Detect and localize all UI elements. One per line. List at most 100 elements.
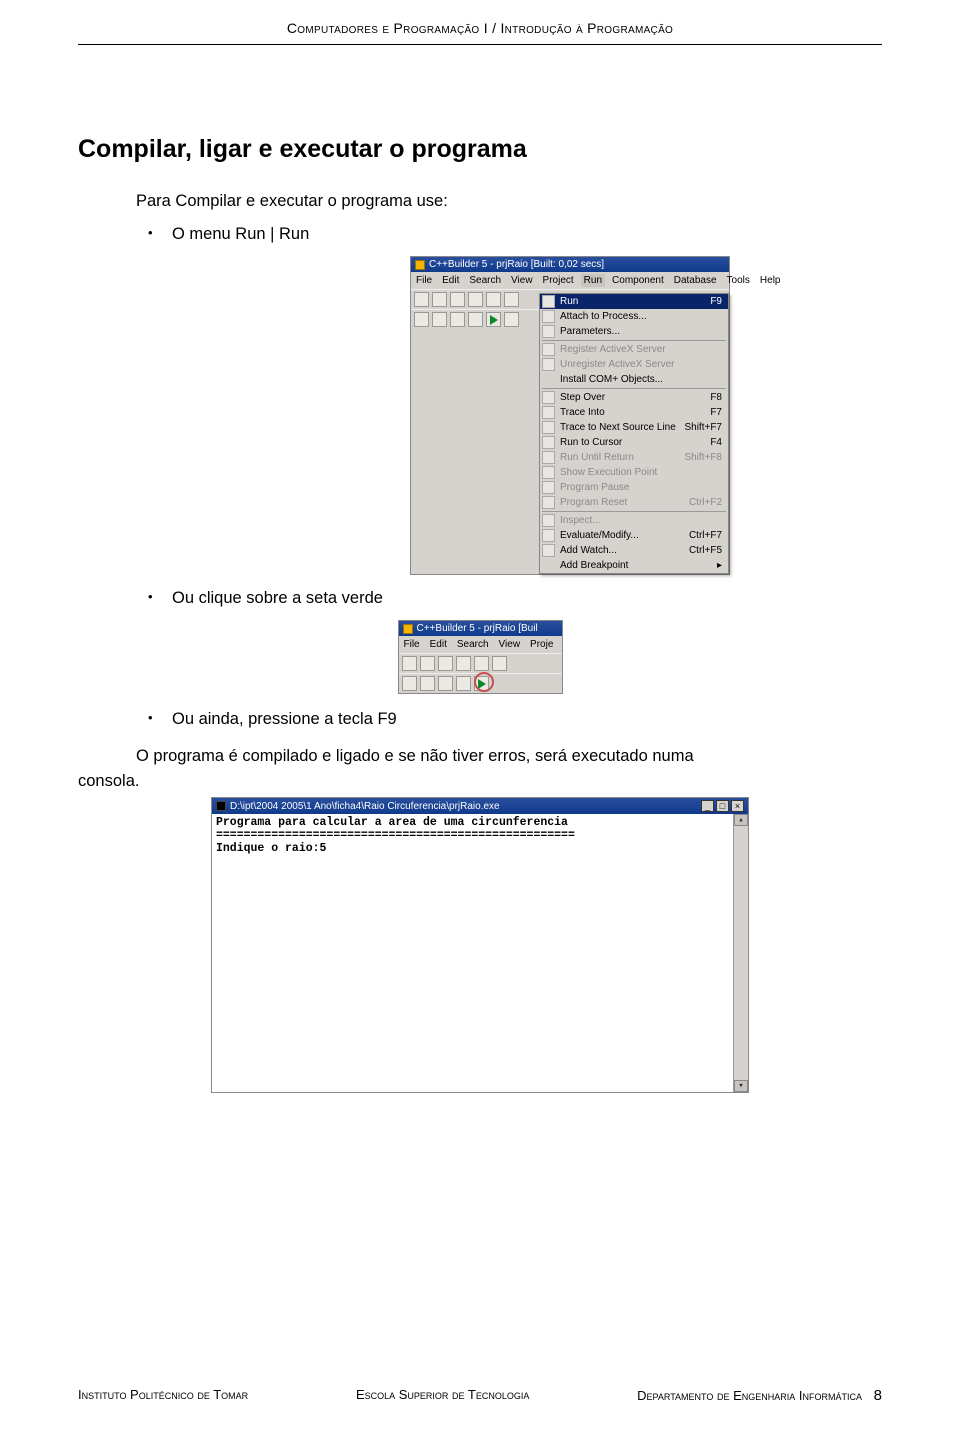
toolbar-row-1 [399, 653, 562, 673]
menu-search[interactable]: Search [466, 274, 504, 287]
menu-item-label: Inspect... [560, 515, 601, 526]
menubar: File Edit Search View Project Run Compon… [411, 272, 729, 289]
toolbar-button[interactable] [402, 656, 417, 671]
menu-item-label: Trace Into [560, 407, 605, 418]
toolbar-button[interactable] [402, 676, 417, 691]
toolbar-button[interactable] [420, 676, 435, 691]
section-title: Compilar, ligar e executar o programa [78, 135, 882, 164]
toolbar-button[interactable] [450, 292, 465, 307]
toolbar-button[interactable] [456, 676, 471, 691]
menu-file[interactable]: File [401, 638, 423, 651]
menu-item-icon [542, 514, 555, 527]
toolbar-button[interactable] [486, 292, 501, 307]
menu-item-icon [542, 343, 555, 356]
menu-file[interactable]: File [413, 274, 435, 287]
toolbar-button[interactable] [492, 656, 507, 671]
menu-item-label: Parameters... [560, 326, 620, 337]
play-icon [478, 679, 486, 689]
menu-item[interactable]: Add Breakpoint▸ [540, 558, 728, 573]
menu-tools[interactable]: Tools [724, 274, 753, 287]
menu-item: Inspect... [540, 513, 728, 528]
toolbar-button[interactable] [504, 292, 519, 307]
app-icon [403, 624, 413, 634]
menu-item[interactable]: Attach to Process... [540, 309, 728, 324]
menubar: File Edit Search View Proje [399, 636, 562, 653]
menu-item[interactable]: Evaluate/Modify...Ctrl+F7 [540, 528, 728, 543]
toolbar-button[interactable] [420, 656, 435, 671]
toolbar-button[interactable] [468, 292, 483, 307]
toolbar-button[interactable] [450, 312, 465, 327]
menu-item: Register ActiveX Server [540, 342, 728, 357]
menu-run[interactable]: Run [581, 274, 605, 287]
menu-item-shortcut: Shift+F8 [684, 452, 722, 463]
menu-help[interactable]: Help [757, 274, 784, 287]
menu-item-icon [542, 436, 555, 449]
menu-item[interactable]: Install COM+ Objects... [540, 372, 728, 387]
console-line: Programa para calcular a area de uma cir… [216, 816, 744, 829]
window-buttons: _ □ × [701, 800, 744, 812]
menu-separator [542, 511, 726, 512]
toolbar-button[interactable] [414, 292, 429, 307]
menu-item-label: Run Until Return [560, 452, 634, 463]
minimize-button[interactable]: _ [701, 800, 714, 812]
menu-component[interactable]: Component [609, 274, 667, 287]
console-body: Programa para calcular a area de uma cir… [212, 814, 748, 1092]
app-icon [415, 260, 425, 270]
toolbar-button[interactable] [432, 312, 447, 327]
menu-item-label: Unregister ActiveX Server [560, 359, 675, 370]
menu-item: Program Pause [540, 480, 728, 495]
menu-item[interactable]: RunF9 [540, 294, 728, 309]
menu-item-label: Register ActiveX Server [560, 344, 666, 355]
close-button[interactable]: × [731, 800, 744, 812]
toolbar-button[interactable] [468, 312, 483, 327]
menu-item[interactable]: Run to CursorF4 [540, 435, 728, 450]
menu-item[interactable]: Step OverF8 [540, 390, 728, 405]
menu-search[interactable]: Search [454, 638, 492, 651]
menu-separator [542, 388, 726, 389]
menu-item-label: Attach to Process... [560, 311, 647, 322]
menu-item-icon [542, 496, 555, 509]
menu-edit[interactable]: Edit [439, 274, 462, 287]
run-button[interactable] [474, 676, 489, 691]
menu-item[interactable]: Add Watch...Ctrl+F5 [540, 543, 728, 558]
toolbar-button[interactable] [438, 656, 453, 671]
window-title: C++Builder 5 - prjRaio [Buil [417, 623, 538, 634]
footer-left: Instituto Politécnico de Tomar [78, 1387, 248, 1404]
intro-paragraph: Para Compilar e executar o programa use: [78, 192, 882, 211]
menu-item[interactable]: Parameters... [540, 324, 728, 339]
toolbar-button[interactable] [432, 292, 447, 307]
scrollbar[interactable] [733, 814, 748, 1092]
menu-item-icon [542, 295, 555, 308]
toolbar-button[interactable] [474, 656, 489, 671]
menu-item[interactable]: Trace IntoF7 [540, 405, 728, 420]
footer-center: Escola Superior de Tecnologia [356, 1387, 529, 1404]
menu-project[interactable]: Project [540, 274, 577, 287]
console-line: ========================================… [216, 829, 744, 842]
menu-project[interactable]: Proje [527, 638, 556, 651]
menu-item[interactable]: Trace to Next Source LineShift+F7 [540, 420, 728, 435]
menu-view[interactable]: View [508, 274, 536, 287]
menu-item-icon [542, 391, 555, 404]
console-title: D:\ipt\2004 2005\1 Ano\ficha4\Raio Circu… [230, 801, 500, 812]
menu-database[interactable]: Database [671, 274, 720, 287]
conclusion-paragraph-2: consola. [78, 772, 882, 791]
menu-item-label: Program Pause [560, 482, 629, 493]
menu-edit[interactable]: Edit [427, 638, 450, 651]
console-titlebar: D:\ipt\2004 2005\1 Ano\ficha4\Raio Circu… [212, 798, 748, 814]
maximize-button[interactable]: □ [716, 800, 729, 812]
menu-item-icon [542, 421, 555, 434]
menu-view[interactable]: View [496, 638, 524, 651]
toolbar-button[interactable] [486, 312, 501, 327]
page-footer: Instituto Politécnico de Tomar Escola Su… [78, 1387, 882, 1404]
toolbar-button[interactable] [414, 312, 429, 327]
toolbar-button[interactable] [456, 656, 471, 671]
menu-item-shortcut: F9 [710, 296, 722, 307]
run-menu-screenshot: C++Builder 5 - prjRaio [Built: 0,02 secs… [410, 256, 730, 575]
toolbar-button[interactable] [438, 676, 453, 691]
window-title: C++Builder 5 - prjRaio [Built: 0,02 secs… [429, 259, 604, 270]
menu-item-shortcut: Ctrl+F2 [689, 497, 722, 508]
toolbar-button[interactable] [504, 312, 519, 327]
window-titlebar: C++Builder 5 - prjRaio [Built: 0,02 secs… [411, 257, 729, 272]
menu-item-icon [542, 406, 555, 419]
cmd-icon [216, 801, 226, 811]
